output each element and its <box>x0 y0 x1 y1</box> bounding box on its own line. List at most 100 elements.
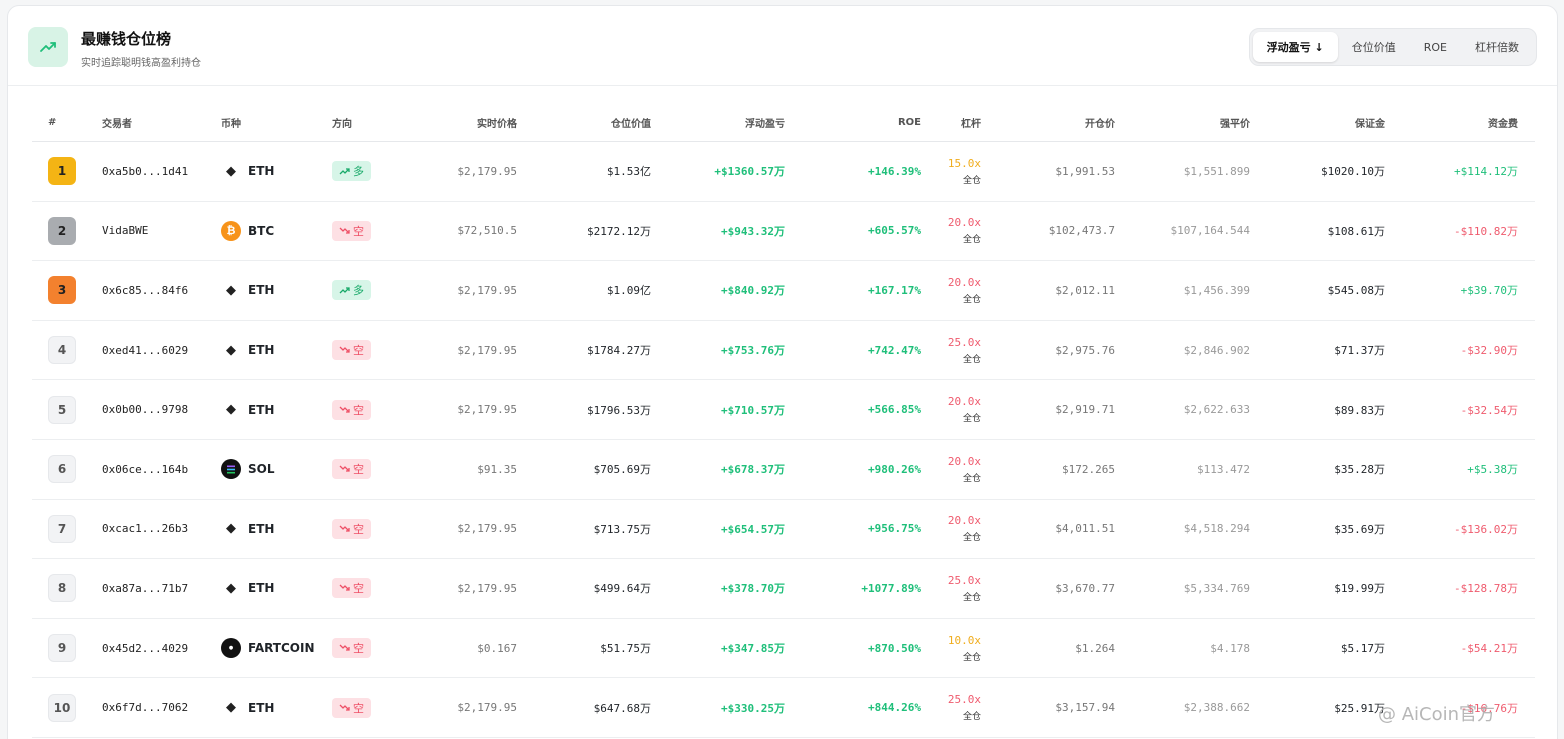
coin-name: ETH <box>248 700 275 715</box>
coin-cell: ◆ ETH <box>221 380 331 439</box>
trader-address[interactable]: 0x0b00...9798 <box>102 403 188 416</box>
margin-cell: $35.69万 <box>1334 522 1385 536</box>
coin-name: ETH <box>248 402 275 417</box>
table-row[interactable]: 10 0x6f7d...7062 ◆ ETH 空 $2,179.95 $647.68万 +$3… <box>32 678 1535 738</box>
col-price: 实时价格 <box>477 118 517 130</box>
trader-address[interactable]: 0xa5b0...1d41 <box>102 165 188 178</box>
roe-cell: +844.26% <box>868 701 921 715</box>
trader-address[interactable]: VidaBWE <box>102 224 148 237</box>
leverage-value: 20.0x <box>947 395 981 409</box>
rank-badge: 1 <box>48 157 76 186</box>
direction-label: 空 <box>353 224 364 238</box>
col-coin: 币种 <box>221 118 241 130</box>
col-value: 仓位价值 <box>611 118 651 130</box>
trend-down-icon <box>339 227 350 234</box>
trend-down-icon <box>339 525 350 532</box>
col-pnl: 浮动盈亏 <box>745 118 785 130</box>
direction-label: 空 <box>353 463 364 477</box>
table-row[interactable]: 7 0xcac1...26b3 ◆ ETH 空 $2,179.95 $713.75万 +$65… <box>32 500 1535 560</box>
margin-mode: 全仓 <box>962 414 981 425</box>
direction-cell: 空 <box>332 380 392 439</box>
eth-icon: ◆ <box>226 282 236 298</box>
coin-cell: ◆ ETH <box>221 678 331 737</box>
trader-address[interactable]: 0x06ce...164b <box>102 463 188 476</box>
leaderboard-card: 最赚钱仓位榜 实时追踪聪明钱高盈利持仓 浮动盈亏 ↓ 仓位价值 ROE 杠杆倍数… <box>7 5 1558 739</box>
trader-address[interactable]: 0x6c85...84f6 <box>102 284 188 297</box>
watermark-text: @ AiCoin官方 <box>1378 704 1496 725</box>
table-row[interactable]: 6 0x06ce...164b SOL 空 $91.35 $705.69万 +$678.37… <box>32 440 1535 500</box>
tab-leverage[interactable]: 杠杆倍数 <box>1461 32 1533 62</box>
roe-cell: +146.39% <box>868 164 921 178</box>
direction-label: 多 <box>353 165 364 179</box>
entry-cell: $2,919.71 <box>1055 403 1115 417</box>
leverage-cell: 10.0x 全仓 <box>927 619 981 678</box>
table-row[interactable]: 2 VidaBWE ₿ BTC 空 $72,510.5 $2172.12万 +$943.32万… <box>32 202 1535 262</box>
rank-cell: 4 <box>48 321 88 380</box>
coin-name: FARTCOIN <box>248 641 315 656</box>
tab-roe[interactable]: ROE <box>1410 32 1461 62</box>
rank-badge: 3 <box>48 276 76 305</box>
leverage-cell: 20.0x 全仓 <box>927 202 981 261</box>
coin-name: ETH <box>248 521 275 536</box>
sort-tabs: 浮动盈亏 ↓ 仓位价值 ROE 杠杆倍数 <box>1248 28 1537 66</box>
value-cell: $499.64万 <box>593 582 651 596</box>
rank-cell: 9 <box>48 619 88 678</box>
trader-cell: 0xed41...6029 <box>102 321 212 380</box>
direction-cell: 空 <box>332 202 392 261</box>
table-row[interactable]: 3 0x6c85...84f6 ◆ ETH 多 $2,179.95 $1.09亿 +$840.… <box>32 261 1535 321</box>
coin-name: BTC <box>248 223 275 238</box>
liq-cell: $5,334.769 <box>1183 581 1250 595</box>
value-cell: $705.69万 <box>593 463 651 477</box>
col-entry: 开仓价 <box>1085 118 1115 130</box>
funding-cell: -$32.54万 <box>1460 403 1518 417</box>
trader-address[interactable]: 0xcac1...26b3 <box>102 522 188 535</box>
entry-cell: $102,473.7 <box>1048 224 1115 238</box>
trader-cell: 0x45d2...4029 <box>102 619 212 678</box>
trader-address[interactable]: 0x45d2...4029 <box>102 642 188 655</box>
trader-cell: 0xa87a...71b7 <box>102 559 212 618</box>
price-cell: $2,179.95 <box>457 522 517 536</box>
coin-cell: ◆ ETH <box>221 500 331 559</box>
table-row[interactable]: 9 0x45d2...4029 ● FARTCOIN 空 $0.167 $51.75万 +$3… <box>32 619 1535 679</box>
pnl-cell: +$378.70万 <box>721 582 785 596</box>
trader-address[interactable]: 0x6f7d...7062 <box>102 701 188 714</box>
margin-cell: $1020.10万 <box>1321 165 1385 179</box>
value-cell: $1.53亿 <box>606 165 651 179</box>
margin-mode: 全仓 <box>962 354 981 365</box>
trader-address[interactable]: 0xed41...6029 <box>102 344 188 357</box>
coin-cell: ● FARTCOIN <box>221 619 331 678</box>
direction-label: 空 <box>353 403 364 417</box>
table-row[interactable]: 5 0x0b00...9798 ◆ ETH 空 $2,179.95 $1796.53万 +$7… <box>32 380 1535 440</box>
entry-cell: $1,991.53 <box>1055 164 1115 178</box>
direction-cell: 空 <box>332 500 392 559</box>
coin-name: SOL <box>248 462 275 477</box>
table-row[interactable]: 4 0xed41...6029 ◆ ETH 空 $2,179.95 $1784.27万 +$7… <box>32 321 1535 381</box>
col-margin: 保证金 <box>1355 118 1385 130</box>
price-cell: $2,179.95 <box>457 701 517 715</box>
roe-cell: +605.57% <box>868 224 921 238</box>
eth-icon: ◆ <box>226 342 236 358</box>
roe-cell: +1077.89% <box>861 581 921 595</box>
tab-floating-pnl[interactable]: 浮动盈亏 ↓ <box>1252 32 1338 62</box>
direction-cell: 空 <box>332 559 392 618</box>
table-row[interactable]: 8 0xa87a...71b7 ◆ ETH 空 $2,179.95 $499.64万 +$37… <box>32 559 1535 619</box>
pnl-cell: +$1360.57万 <box>714 165 785 179</box>
value-cell: $713.75万 <box>593 522 651 536</box>
liq-cell: $2,846.902 <box>1183 343 1250 357</box>
trader-address[interactable]: 0xa87a...71b7 <box>102 582 188 595</box>
price-cell: $72,510.5 <box>457 224 517 238</box>
price-cell: $91.35 <box>477 462 517 476</box>
coin-cell: SOL <box>221 440 331 499</box>
leverage-cell: 25.0x 全仓 <box>927 678 981 737</box>
table-row[interactable]: 1 0xa5b0...1d41 ◆ ETH 多 $2,179.95 $1.53亿 +$1360… <box>32 142 1535 202</box>
value-cell: $1784.27万 <box>587 344 651 358</box>
trader-cell: 0x6c85...84f6 <box>102 261 212 320</box>
leverage-value: 20.0x <box>947 275 981 289</box>
tab-position-value[interactable]: 仓位价值 <box>1338 32 1410 62</box>
liq-cell: $113.472 <box>1197 462 1250 476</box>
eth-icon: ◆ <box>226 521 236 537</box>
leverage-value: 25.0x <box>947 335 981 349</box>
card-header: 最赚钱仓位榜 实时追踪聪明钱高盈利持仓 浮动盈亏 ↓ 仓位价值 ROE 杠杆倍数 <box>8 6 1557 86</box>
trader-cell: 0x06ce...164b <box>102 440 212 499</box>
trend-down-icon <box>339 584 350 592</box>
